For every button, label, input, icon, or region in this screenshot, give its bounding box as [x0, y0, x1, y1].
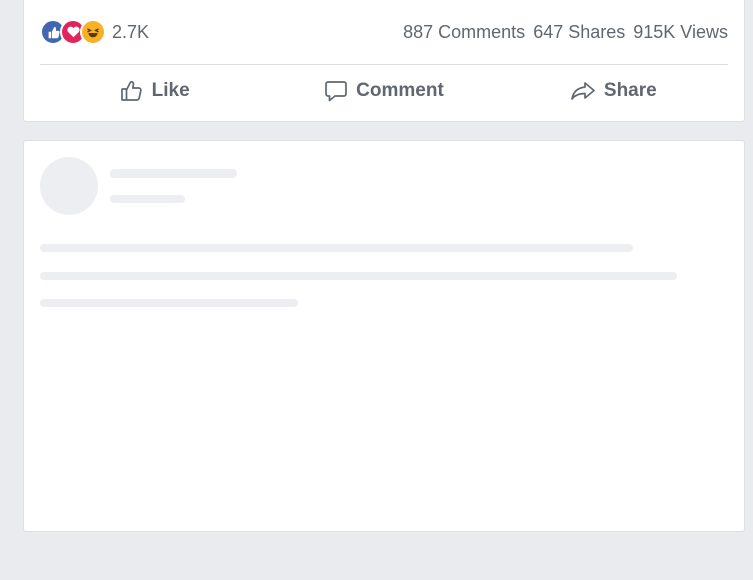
engagement-counts: 887 Comments 647 Shares 915K Views — [403, 22, 728, 43]
reaction-count: 2.7K — [112, 21, 150, 42]
skeleton-text-line — [40, 272, 677, 280]
comment-label: Comment — [356, 80, 444, 101]
loading-post-placeholder — [23, 140, 745, 532]
stats-divider — [40, 64, 728, 65]
skeleton-author-line — [110, 169, 237, 178]
post-stats-row: 2.7K 887 Comments 647 Shares 915K Views — [40, 17, 728, 47]
haha-reaction-icon — [80, 19, 106, 45]
skeleton-avatar — [40, 157, 98, 215]
post-actions: Like Comment Share — [40, 69, 728, 113]
reactions-summary[interactable]: 2.7K — [40, 19, 149, 45]
views-count: 915K Views — [633, 21, 728, 42]
comments-count[interactable]: 887 Comments — [403, 22, 525, 43]
like-button[interactable]: Like — [40, 79, 269, 103]
like-label: Like — [151, 80, 190, 101]
skeleton-text-line — [40, 299, 298, 307]
thumbs-up-icon — [120, 80, 142, 101]
share-button[interactable]: Share — [499, 79, 728, 103]
shares-count[interactable]: 647 Shares — [533, 22, 625, 43]
skeleton-text-line — [40, 244, 633, 252]
post-card: 2.7K 887 Comments 647 Shares 915K Views … — [23, 0, 745, 122]
skeleton-meta-line — [110, 195, 185, 203]
comment-bubble-icon — [325, 81, 348, 102]
comment-button[interactable]: Comment — [269, 79, 498, 103]
share-label: Share — [603, 80, 657, 101]
share-arrow-icon — [571, 82, 595, 100]
reaction-icons — [40, 19, 106, 45]
